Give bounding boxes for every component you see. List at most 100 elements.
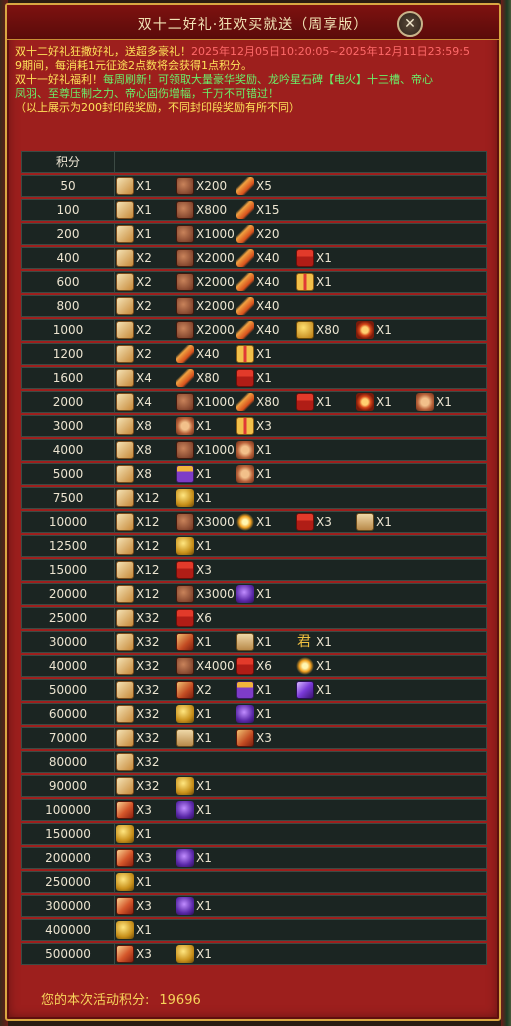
- table-row: 100 X1 X800 X15: [21, 199, 487, 221]
- reward-quantity: X12: [136, 539, 160, 553]
- scroll-icon: [116, 489, 134, 507]
- reward-quantity: X1: [196, 851, 212, 865]
- row-rewards: X12 X3: [116, 560, 486, 580]
- ore-icon: [176, 201, 194, 219]
- purple-gift-icon: [176, 465, 194, 483]
- reward-quantity: X1: [316, 395, 332, 409]
- gold-orb-icon: [116, 825, 134, 843]
- coin-icon: [296, 321, 314, 339]
- scroll-icon: [116, 537, 134, 555]
- table-row: 400000 X1: [21, 919, 487, 941]
- reward-quantity: X1: [196, 899, 212, 913]
- row-score: 60000: [22, 704, 115, 724]
- reward-quantity: X4: [136, 371, 152, 385]
- feather-icon: [236, 297, 254, 315]
- close-button[interactable]: ✕: [397, 11, 423, 37]
- reward-quantity: X12: [136, 515, 160, 529]
- reward-quantity: X32: [136, 731, 160, 745]
- row-rewards: X32 X1 X1 X1: [116, 632, 486, 652]
- feather-icon: [176, 369, 194, 387]
- spark-icon: [236, 513, 254, 531]
- reward-quantity: X2: [196, 683, 212, 697]
- reward-quantity: X32: [136, 611, 160, 625]
- scroll-icon: [116, 777, 134, 795]
- row-score: 30000: [22, 632, 115, 652]
- reward-quantity: X1: [136, 827, 152, 841]
- reward-quantity: X2: [136, 275, 152, 289]
- table-row: 100000 X3 X1: [21, 799, 487, 821]
- row-score: 1200: [22, 344, 115, 364]
- reward-table: 积分 50 X1 X200 X5 100 X1 X800 X15 200 X1 X1000 X20 40…: [21, 151, 487, 967]
- table-row: 800 X2 X2000 X40: [21, 295, 487, 317]
- table-row: 4000 X8 X1000 X1: [21, 439, 487, 461]
- reward-quantity: X1: [196, 707, 212, 721]
- table-row: 300000 X3 X1: [21, 895, 487, 917]
- scroll-icon: [116, 345, 134, 363]
- scroll-icon: [116, 273, 134, 291]
- row-score: 100000: [22, 800, 115, 820]
- reward-quantity: X2: [136, 251, 152, 265]
- table-row: 3000 X8 X1 X3: [21, 415, 487, 437]
- talisman-icon: [176, 681, 194, 699]
- table-row: 250000 X1: [21, 871, 487, 893]
- row-score: 40000: [22, 656, 115, 676]
- row-score: 5000: [22, 464, 115, 484]
- row-rewards: X32 X2 X1 X1: [116, 680, 486, 700]
- scroll-icon: [116, 753, 134, 771]
- notice-bonus-title: 双十一好礼福利！: [15, 73, 103, 86]
- table-row: 1600 X4 X80 X1: [21, 367, 487, 389]
- reward-quantity: X1000: [196, 443, 235, 457]
- reward-quantity: X3: [136, 899, 152, 913]
- tianshu-icon: [116, 945, 134, 963]
- table-row: 70000 X32 X1 X3: [21, 727, 487, 749]
- treasure-box-icon: [236, 633, 254, 651]
- row-rewards: X32 X1: [116, 776, 486, 796]
- gold-orb-icon: [176, 537, 194, 555]
- row-rewards: X1 X800 X15: [116, 200, 486, 220]
- gold-gift-icon: [236, 345, 254, 363]
- row-rewards: X32 X4000 X6 X1: [116, 656, 486, 676]
- reward-quantity: X1: [196, 803, 212, 817]
- reward-quantity: X32: [136, 755, 160, 769]
- table-row: 7500 X12 X1: [21, 487, 487, 509]
- reward-quantity: X1: [436, 395, 452, 409]
- row-rewards: X1: [116, 824, 486, 844]
- reward-quantity: X1: [256, 635, 272, 649]
- notice-bonus-text-cont: 凤羽、至尊压制之力、帝心固伤增幅，千万不可错过！: [15, 87, 279, 100]
- row-score: 400000: [22, 920, 115, 940]
- feather-icon: [236, 225, 254, 243]
- reward-quantity: X40: [256, 251, 280, 265]
- ore-icon: [176, 249, 194, 267]
- treasure-box-icon: [176, 729, 194, 747]
- table-row: 1200 X2 X40 X1: [21, 343, 487, 365]
- ore-icon: [176, 585, 194, 603]
- reward-quantity: X1: [316, 275, 332, 289]
- reward-quantity: X1000: [196, 395, 235, 409]
- ore-icon: [176, 225, 194, 243]
- scroll-icon: [116, 417, 134, 435]
- gem-icon: [236, 705, 254, 723]
- reward-quantity: X1: [196, 467, 212, 481]
- ore-icon: [176, 441, 194, 459]
- event-reward-window: 双十二好礼·狂欢买就送（周享版） ✕ 双十二好礼狂撒好礼，送超多豪礼！2025年…: [5, 3, 501, 1021]
- table-row: 40000 X32 X4000 X6 X1: [21, 655, 487, 677]
- gem-icon: [176, 801, 194, 819]
- table-row: 90000 X32 X1: [21, 775, 487, 797]
- scroll-icon: [116, 393, 134, 411]
- seal-icon: [416, 393, 434, 411]
- row-rewards: X3 X1: [116, 800, 486, 820]
- row-rewards: X1: [116, 872, 486, 892]
- row-rewards: X3 X1: [116, 848, 486, 868]
- reward-quantity: X1: [256, 371, 272, 385]
- scroll-icon: [116, 513, 134, 531]
- table-row: 60000 X32 X1 X1: [21, 703, 487, 725]
- row-rewards: X2 X2000 X40 X80 X1: [116, 320, 486, 340]
- row-score: 15000: [22, 560, 115, 580]
- reward-quantity: X15: [256, 203, 280, 217]
- reward-quantity: X1: [196, 779, 212, 793]
- rewards-column-header: [116, 152, 486, 172]
- reward-quantity: X4000: [196, 659, 235, 673]
- row-score: 250000: [22, 872, 115, 892]
- reward-quantity: X32: [136, 659, 160, 673]
- reward-quantity: X2: [136, 347, 152, 361]
